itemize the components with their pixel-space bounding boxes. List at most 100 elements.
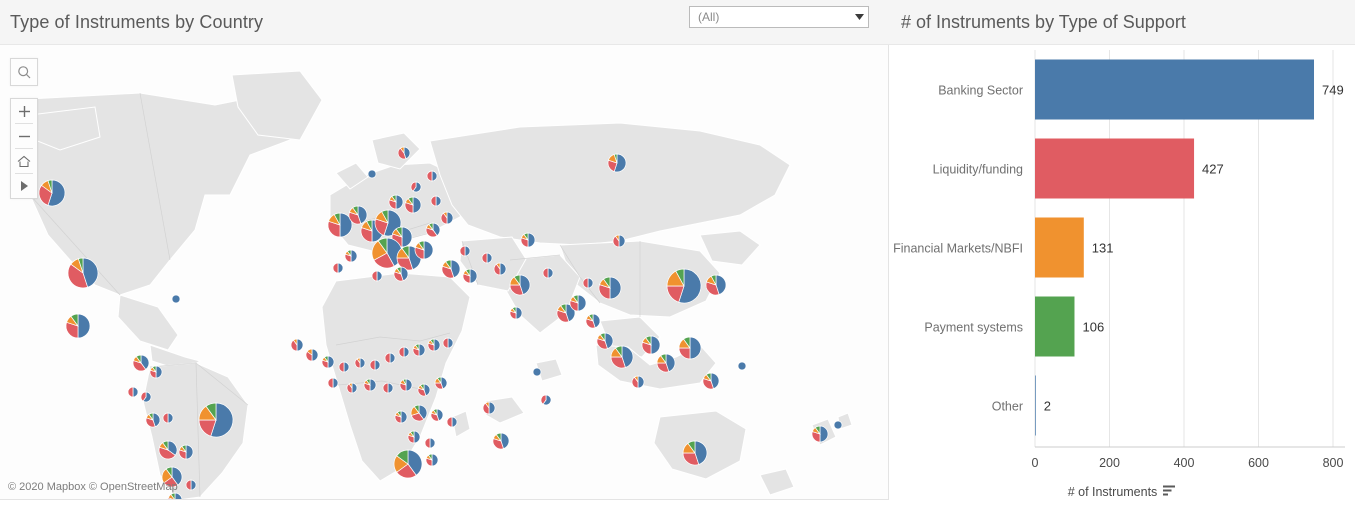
pie-marker[interactable] — [399, 378, 413, 392]
pie-marker[interactable] — [327, 212, 353, 238]
pie-marker[interactable] — [407, 430, 421, 444]
pie-marker[interactable] — [509, 306, 523, 320]
pie-marker[interactable] — [532, 367, 542, 377]
map-canvas[interactable]: © 2020 Mapbox © OpenStreetMap — [0, 45, 889, 500]
pie-marker[interactable] — [367, 169, 377, 179]
pie-marker[interactable] — [397, 146, 411, 160]
zoom-out-icon[interactable] — [11, 124, 37, 148]
pie-marker[interactable] — [162, 412, 174, 424]
pie-marker[interactable] — [38, 179, 66, 207]
country-filter-dropdown[interactable]: (All) — [689, 6, 869, 28]
pie-marker[interactable] — [462, 268, 478, 284]
pie-marker[interactable] — [425, 453, 439, 467]
pie-marker[interactable] — [171, 294, 181, 304]
pie-marker[interactable] — [127, 386, 139, 398]
pie-marker[interactable] — [441, 259, 461, 279]
pie-marker[interactable] — [414, 240, 434, 260]
pie-marker[interactable] — [446, 416, 458, 428]
pie-marker[interactable] — [481, 252, 493, 264]
bar[interactable] — [1035, 375, 1036, 436]
pie-marker[interactable] — [338, 361, 350, 373]
map-controls[interactable] — [10, 58, 38, 199]
pie-marker[interactable] — [290, 338, 304, 352]
pie-marker[interactable] — [520, 232, 536, 248]
pie-marker[interactable] — [607, 153, 627, 173]
bar[interactable] — [1035, 138, 1195, 199]
pie-marker[interactable] — [811, 425, 829, 443]
search-icon[interactable] — [11, 60, 37, 84]
pie-marker[interactable] — [305, 348, 319, 362]
play-icon[interactable] — [11, 174, 37, 198]
zoom-in-icon[interactable] — [11, 99, 37, 123]
pie-marker[interactable] — [398, 346, 410, 358]
pie-marker[interactable] — [417, 383, 431, 397]
pie-marker[interactable] — [440, 211, 454, 225]
pie-marker[interactable] — [424, 437, 436, 449]
pie-marker[interactable] — [412, 343, 426, 357]
pie-marker[interactable] — [140, 391, 152, 403]
pie-marker[interactable] — [434, 376, 448, 390]
pie-marker[interactable] — [198, 402, 234, 438]
pie-marker[interactable] — [656, 353, 676, 373]
pie-marker[interactable] — [542, 267, 554, 279]
pie-marker[interactable] — [482, 401, 496, 415]
pie-marker[interactable] — [393, 449, 423, 479]
pie-marker[interactable] — [582, 277, 594, 289]
pie-marker[interactable] — [427, 338, 441, 352]
pie-marker[interactable] — [442, 337, 454, 349]
pie-marker[interactable] — [346, 382, 358, 394]
pie-marker[interactable] — [321, 355, 335, 369]
pie-marker[interactable] — [430, 408, 444, 422]
pie-marker[interactable] — [332, 262, 344, 274]
pie-marker[interactable] — [65, 313, 91, 339]
pie-marker[interactable] — [596, 332, 614, 350]
pie-marker[interactable] — [569, 294, 587, 312]
pie-marker[interactable] — [430, 195, 442, 207]
pie-marker[interactable] — [702, 372, 720, 390]
pie-marker[interactable] — [410, 404, 428, 422]
pie-marker[interactable] — [585, 313, 601, 329]
pie-marker[interactable] — [369, 359, 381, 371]
pie-marker[interactable] — [344, 249, 358, 263]
bar[interactable] — [1035, 217, 1084, 278]
pie-marker[interactable] — [348, 205, 368, 225]
pie-marker[interactable] — [327, 377, 339, 389]
pie-marker[interactable] — [145, 412, 161, 428]
pie-marker[interactable] — [425, 222, 441, 238]
bar[interactable] — [1035, 296, 1075, 357]
pie-marker[interactable] — [382, 382, 394, 394]
pie-marker[interactable] — [185, 479, 197, 491]
map-zoom-controls[interactable] — [10, 98, 38, 199]
pie-marker[interactable] — [641, 335, 661, 355]
pie-marker[interactable] — [666, 268, 702, 304]
pie-marker[interactable] — [459, 245, 471, 257]
pie-marker[interactable] — [426, 170, 438, 182]
pie-marker[interactable] — [610, 345, 634, 369]
pie-marker[interactable] — [384, 352, 396, 364]
pie-marker[interactable] — [631, 375, 645, 389]
pie-marker[interactable] — [833, 420, 843, 430]
pie-marker[interactable] — [705, 274, 727, 296]
pie-marker[interactable] — [354, 357, 366, 369]
pie-marker[interactable] — [404, 196, 422, 214]
pie-marker[interactable] — [492, 432, 510, 450]
pie-marker[interactable] — [371, 237, 403, 269]
pie-marker[interactable] — [598, 276, 622, 300]
sort-descending-icon[interactable] — [1163, 485, 1176, 499]
pie-marker[interactable] — [371, 270, 383, 282]
pie-marker[interactable] — [132, 354, 150, 372]
map-search-box[interactable] — [10, 58, 38, 86]
home-icon[interactable] — [11, 149, 37, 173]
pie-marker[interactable] — [394, 410, 408, 424]
bar-chart-graphic[interactable]: Banking Sector Liquidity/funding Financial… — [889, 45, 1355, 507]
pie-marker[interactable] — [540, 394, 552, 406]
pie-marker[interactable] — [388, 194, 404, 210]
pie-marker[interactable] — [149, 365, 163, 379]
bar[interactable] — [1035, 59, 1315, 120]
pie-marker[interactable] — [158, 440, 178, 460]
pie-marker[interactable] — [493, 262, 507, 276]
pie-marker[interactable] — [612, 234, 626, 248]
pie-marker[interactable] — [509, 274, 531, 296]
pie-marker[interactable] — [682, 440, 708, 466]
x-axis-title[interactable]: # of Instruments — [889, 485, 1355, 499]
